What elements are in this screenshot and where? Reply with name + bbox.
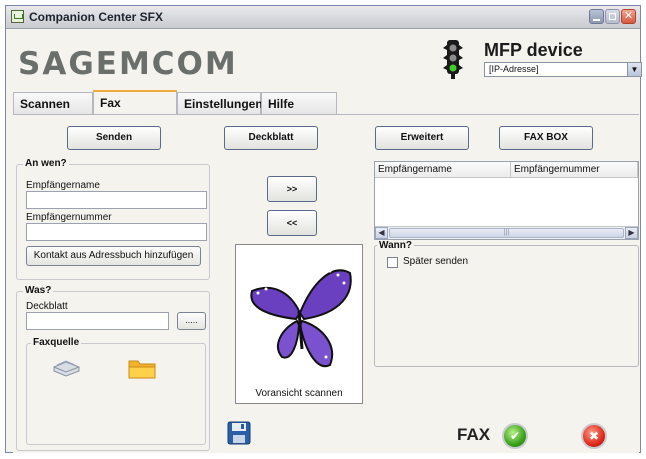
folder-icon[interactable] xyxy=(127,356,157,380)
chevron-down-icon[interactable]: ▼ xyxy=(627,63,641,76)
senden-button[interactable]: Senden xyxy=(67,126,161,150)
brand-logo: SAGEMCOM xyxy=(18,46,238,82)
preview-caption: Voransicht scannen xyxy=(255,388,343,399)
butterfly-image xyxy=(250,269,352,368)
horizontal-scrollbar[interactable]: ◀ ||| ▶ xyxy=(375,226,638,239)
checkmark-icon[interactable]: ✔ xyxy=(502,423,528,449)
deckblatt-button[interactable]: Deckblatt xyxy=(224,126,318,150)
recipient-name-input[interactable] xyxy=(26,191,207,209)
erweitert-button[interactable]: Erweitert xyxy=(375,126,469,150)
minimize-icon[interactable] xyxy=(589,9,604,24)
remove-recipient-button[interactable]: << xyxy=(267,210,317,236)
add-recipient-button[interactable]: >> xyxy=(267,176,317,202)
recipient-list[interactable]: Empfängername Empfängernummer ◀ ||| ▶ xyxy=(374,161,639,240)
deckblatt-label: Deckblatt xyxy=(26,301,68,312)
device-select[interactable]: [IP-Adresse] ▼ xyxy=(484,62,642,77)
maximize-icon[interactable] xyxy=(605,9,620,24)
tab-einstellungen[interactable]: Einstellungen xyxy=(177,92,263,114)
app-icon xyxy=(11,10,24,23)
an-wen-legend: An wen? xyxy=(23,158,69,169)
recipient-number-label: Empfängernummer xyxy=(26,212,112,223)
browse-button[interactable]: ..... xyxy=(177,312,206,330)
fax-box-button[interactable]: FAX BOX xyxy=(499,126,593,150)
wann-legend: Wann? xyxy=(377,240,414,251)
recipient-number-input[interactable] xyxy=(26,223,207,241)
device-title: MFP device xyxy=(484,40,583,60)
send-later-label: Später senden xyxy=(403,256,469,267)
was-legend: Was? xyxy=(23,285,54,296)
faxquelle-group: Faxquelle xyxy=(26,337,206,445)
tab-fax[interactable]: Fax xyxy=(93,90,177,114)
app-window: Companion Center SFX ✕ SAGEMCOM MFP devi… xyxy=(5,5,642,453)
add-from-addressbook-button[interactable]: Kontakt aus Adressbuch hinzufügen xyxy=(26,246,201,266)
faxquelle-legend: Faxquelle xyxy=(31,337,82,348)
recipient-name-label: Empfängername xyxy=(26,180,100,191)
column-header-number[interactable]: Empfängernummer xyxy=(511,162,638,178)
was-group: Was? Deckblatt ..... Faxquelle xyxy=(16,285,210,451)
close-icon[interactable]: ✕ xyxy=(621,9,636,24)
column-header-name[interactable]: Empfängername xyxy=(375,162,511,178)
tab-label: Fax xyxy=(100,96,121,110)
scanner-icon[interactable] xyxy=(51,359,81,379)
scroll-right-icon[interactable]: ▶ xyxy=(625,227,638,239)
deckblatt-input[interactable] xyxy=(26,312,169,330)
send-later-checkbox[interactable] xyxy=(387,257,398,268)
tab-label: Einstellungen xyxy=(184,97,263,111)
an-wen-group: An wen? Empfängername Empfängernummer Ko… xyxy=(16,158,210,280)
save-icon[interactable] xyxy=(227,421,251,445)
device-select-value: [IP-Adresse] xyxy=(489,64,539,74)
tab-hilfe[interactable]: Hilfe xyxy=(261,92,337,114)
tab-label: Hilfe xyxy=(268,97,295,111)
cancel-icon[interactable]: ✖ xyxy=(581,423,607,449)
scan-preview[interactable]: Voransicht scannen xyxy=(235,244,363,404)
scroll-left-icon[interactable]: ◀ xyxy=(375,227,388,239)
fax-panel: Senden Deckblatt Erweitert FAX BOX An we… xyxy=(13,114,639,453)
tab-label: Scannen xyxy=(20,97,71,111)
scrollbar-thumb[interactable]: ||| xyxy=(389,228,624,238)
tab-scannen[interactable]: Scannen xyxy=(13,92,93,114)
traffic-light-icon xyxy=(443,40,463,79)
fax-label: FAX xyxy=(457,425,491,444)
wann-group: Wann? Später senden xyxy=(374,240,639,367)
window-title: Companion Center SFX xyxy=(29,10,164,24)
title-bar: Companion Center SFX ✕ xyxy=(6,6,640,29)
